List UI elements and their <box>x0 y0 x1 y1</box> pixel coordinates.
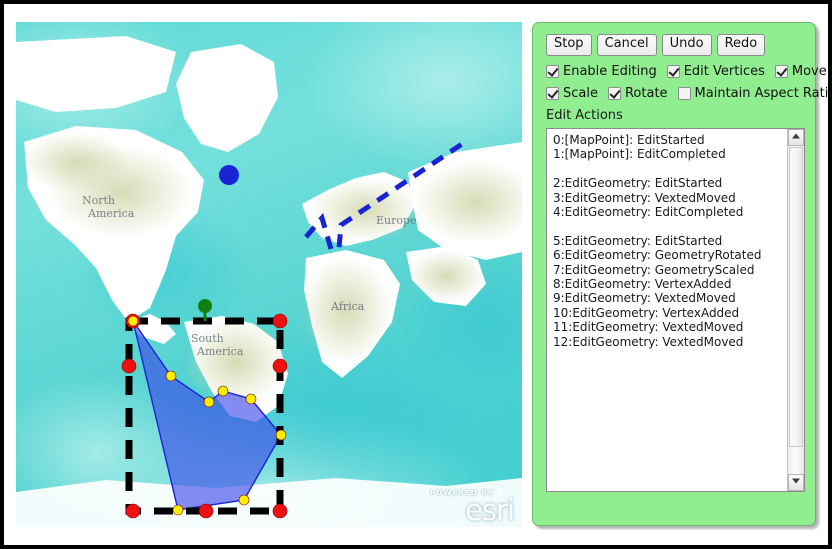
checkbox-maintain-aspect-ratio[interactable]: Maintain Aspect Ratio <box>677 85 832 101</box>
log-entry: 5:EditGeometry: EditStarted <box>553 233 723 248</box>
log-entry: 10:EditGeometry: VertexAdded <box>553 305 740 320</box>
stop-button[interactable]: Stop <box>546 34 592 56</box>
scale-handle[interactable] <box>125 503 141 519</box>
vertex-handle[interactable] <box>127 315 139 327</box>
map-label: Europe <box>376 214 417 227</box>
log-entry: 0:[MapPoint]: EditStarted <box>553 132 705 147</box>
scale-handle[interactable] <box>272 503 288 519</box>
log-spacer <box>553 219 783 233</box>
log-entry: 11:EditGeometry: VextedMoved <box>553 320 744 335</box>
application-window: North America South America Africa Europe POW… <box>0 0 832 549</box>
vertex-handle[interactable] <box>275 429 287 441</box>
checkbox-label-move: Move <box>791 63 827 79</box>
log-entry: 1:[MapPoint]: EditCompleted <box>553 147 726 162</box>
checkmark-icon-edit-vertices[interactable] <box>666 64 680 78</box>
editor-options-row-2: Scale Rotate Maintain Aspect Ratio <box>546 85 832 101</box>
checkbox-label-scale: Scale <box>563 85 598 101</box>
rotate-handle[interactable] <box>198 299 212 313</box>
editing-tool-panel: Stop Cancel Undo Redo Enable Editing Edit Ve… <box>532 22 832 526</box>
vertex-handle[interactable] <box>245 393 257 405</box>
log-entry: 2:EditGeometry: EditStarted <box>553 176 723 191</box>
log-entry: 4:EditGeometry: EditCompleted <box>553 204 744 219</box>
checkmark-icon-rotate[interactable] <box>607 86 621 100</box>
vertex-handle[interactable] <box>165 370 177 382</box>
vertex-handle[interactable] <box>203 396 215 408</box>
scale-handle[interactable] <box>121 358 137 374</box>
scrollbar-thumb[interactable] <box>789 146 803 447</box>
checkbox-move[interactable]: Move <box>774 63 827 79</box>
log-entry: 6:EditGeometry: GeometryRotated <box>553 248 762 263</box>
redo-button[interactable]: Redo <box>716 34 766 56</box>
edit-actions-log-list: 0:[MapPoint]: EditStarted 1:[MapPoint]: E… <box>547 129 787 491</box>
editor-button-row: Stop Cancel Undo Redo <box>546 34 807 56</box>
cancel-button[interactable]: Cancel <box>596 34 657 56</box>
log-entry: 9:EditGeometry: VextedMoved <box>553 291 736 306</box>
vertex-handle[interactable] <box>238 494 250 506</box>
edit-actions-label: Edit Actions <box>546 107 623 123</box>
checkbox-label-rotate: Rotate <box>624 85 668 101</box>
map-label: Africa <box>330 300 365 313</box>
point-graphic[interactable] <box>219 165 239 185</box>
scale-handle[interactable] <box>272 313 288 329</box>
log-entry: 7:EditGeometry: GeometryScaled <box>553 262 755 277</box>
checkmark-icon-enable-editing[interactable] <box>546 64 559 78</box>
map-canvas[interactable]: North AmericaSouth AmericaAfricaEurope <box>16 22 522 527</box>
log-entry: 12:EditGeometry: VextedMoved <box>553 334 744 349</box>
undo-button[interactable]: Undo <box>661 34 712 56</box>
checkbox-edit-vertices[interactable]: Edit Vertices <box>666 63 765 79</box>
scroll-down-arrow-icon[interactable] <box>788 473 804 491</box>
checkbox-label-maintain-aspect-ratio: Maintain Aspect Ratio <box>694 85 832 101</box>
log-entry: 3:EditGeometry: VextedMoved <box>553 190 736 205</box>
editor-options-row-1: Enable Editing Edit Vertices Move <box>546 63 827 79</box>
scale-handle[interactable] <box>198 503 214 519</box>
vertex-handle[interactable] <box>172 504 184 516</box>
checkbox-rotate[interactable]: Rotate <box>607 85 668 101</box>
checkmark-icon-move[interactable] <box>774 64 788 78</box>
scroll-up-arrow-icon[interactable] <box>788 128 804 146</box>
checkmark-icon-scale[interactable] <box>546 86 559 100</box>
map-view[interactable]: North America South America Africa Europe POW… <box>16 22 522 527</box>
checkbox-scale[interactable]: Scale <box>546 86 598 101</box>
scale-handle[interactable] <box>272 358 288 374</box>
edit-actions-log[interactable]: 0:[MapPoint]: EditStarted 1:[MapPoint]: E… <box>546 127 805 492</box>
log-spacer <box>553 162 783 176</box>
vertex-handle[interactable] <box>217 385 229 397</box>
empty-box-icon-maintain-aspect-ratio[interactable] <box>677 86 691 100</box>
log-entry: 8:EditGeometry: VertexAdded <box>553 276 732 291</box>
checkbox-label-edit-vertices: Edit Vertices <box>683 63 765 79</box>
log-scrollbar[interactable] <box>787 128 804 491</box>
checkbox-enable-editing[interactable]: Enable Editing <box>546 64 657 79</box>
checkbox-label-enable-editing: Enable Editing <box>563 63 657 79</box>
